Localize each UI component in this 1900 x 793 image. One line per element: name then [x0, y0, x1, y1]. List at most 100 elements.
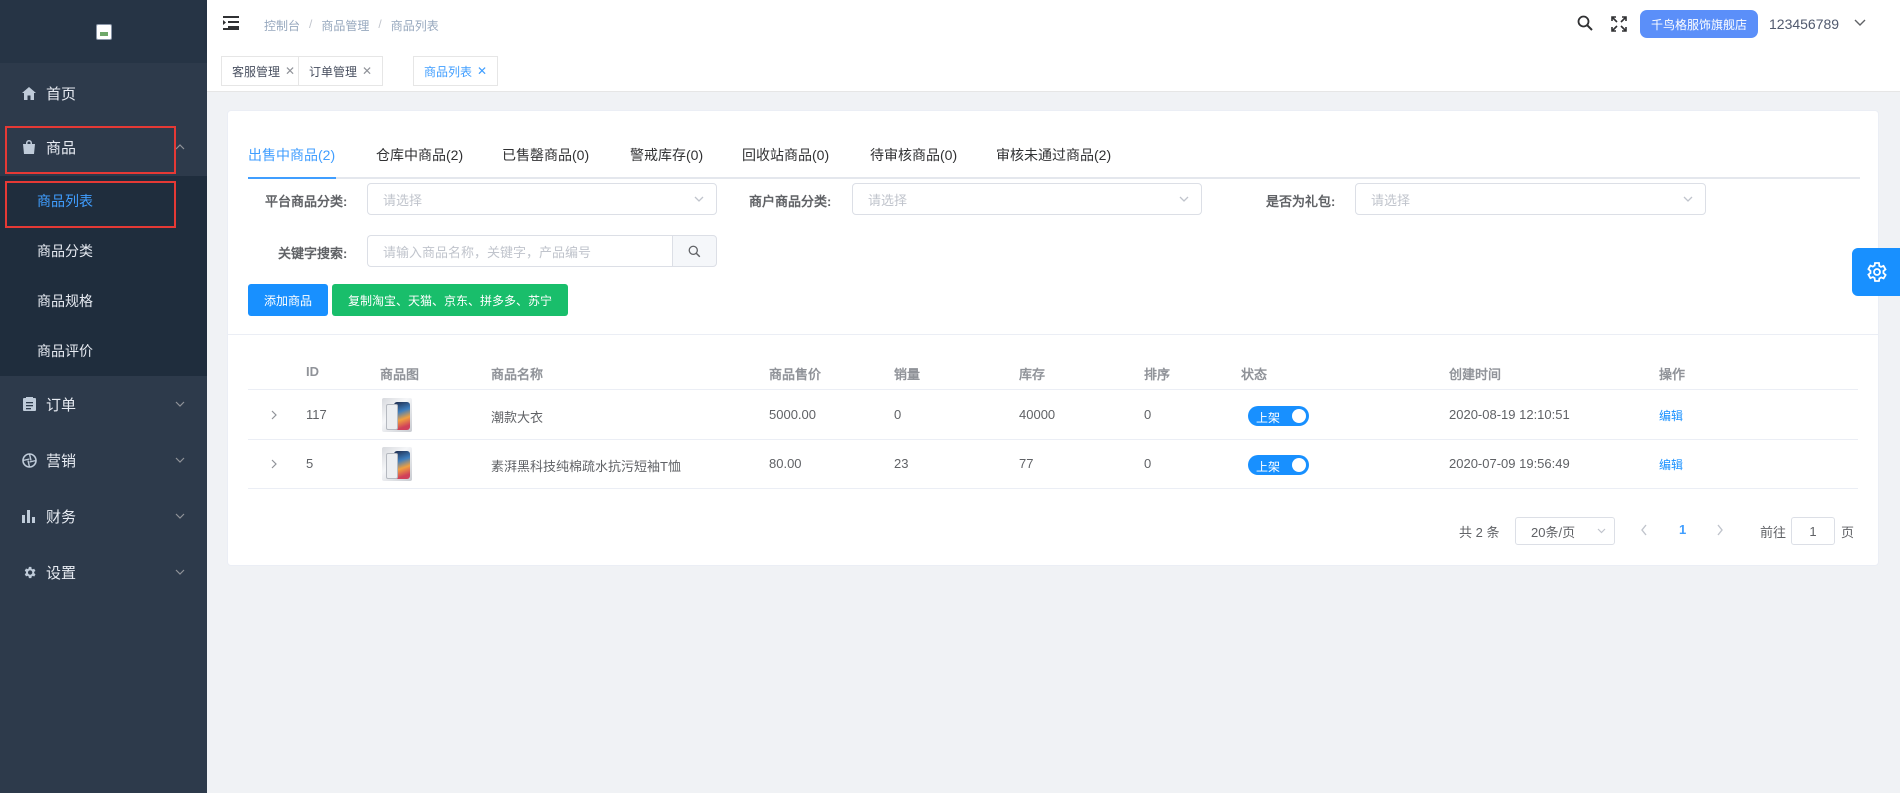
page-number-current[interactable]: 1 — [1679, 522, 1686, 537]
sidebar-item-label: 订单 — [46, 396, 77, 414]
edit-link[interactable]: 编辑 — [1659, 407, 1683, 424]
close-icon[interactable]: ✕ — [285, 64, 295, 78]
product-thumbnail[interactable] — [382, 447, 412, 481]
home-icon — [21, 85, 37, 101]
subitem-label: 商品列表 — [37, 193, 93, 209]
sidebar: 首页 商品 商品列表 商品分类 商品规格 商品评价 订单 营销 财务 设置 — [0, 0, 207, 793]
chevron-down-icon — [694, 196, 704, 202]
sidebar-item-products[interactable]: 商品 — [0, 119, 207, 175]
col-header-id: ID — [306, 364, 319, 379]
logo-area — [0, 0, 207, 63]
sidebar-item-label: 首页 — [46, 85, 77, 103]
tab-recycle-bin[interactable]: 回收站商品(0) — [742, 143, 829, 179]
keyword-search-input[interactable]: 请输入商品名称，关键字，产品编号 — [367, 235, 672, 267]
prev-page-icon[interactable] — [1640, 524, 1648, 536]
sidebar-item-settings[interactable]: 设置 — [0, 544, 207, 600]
sidebar-subitem-product-review[interactable]: 商品评价 — [0, 326, 207, 376]
sidebar-subitem-product-list[interactable]: 商品列表 — [0, 176, 207, 226]
product-thumbnail[interactable] — [382, 398, 412, 432]
store-switch-button[interactable]: 千鸟格服饰旗舰店 — [1640, 10, 1758, 38]
breadcrumb-separator: / — [378, 17, 382, 31]
platform-category-select[interactable]: 请选择 — [367, 183, 717, 215]
sidebar-item-marketing[interactable]: 营销 — [0, 432, 207, 488]
divider — [228, 334, 1878, 335]
tag-product-list[interactable]: 商品列表 ✕ — [413, 56, 499, 86]
tab-pending-review[interactable]: 待审核商品(0) — [870, 143, 957, 179]
sidebar-item-label: 设置 — [46, 564, 77, 582]
cell-id: 5 — [306, 456, 314, 471]
chevron-right-icon[interactable] — [270, 410, 278, 420]
sidebar-subitem-product-spec[interactable]: 商品规格 — [0, 276, 207, 326]
toggle-knob — [1292, 458, 1306, 472]
close-icon[interactable]: ✕ — [477, 64, 487, 78]
tab-stock-alert[interactable]: 警戒库存(0) — [630, 143, 703, 179]
col-header-created: 创建时间 — [1449, 367, 1502, 382]
tab-in-warehouse[interactable]: 仓库中商品(2) — [376, 143, 463, 179]
breadcrumb-item[interactable]: 商品管理 — [321, 17, 369, 34]
close-icon[interactable]: ✕ — [362, 64, 372, 78]
cell-sort: 0 — [1144, 407, 1152, 422]
menu-fold-icon[interactable] — [223, 15, 241, 31]
cell-sales: 0 — [894, 407, 902, 422]
merchant-category-label: 商户商品分类: — [749, 194, 832, 209]
tag-orders[interactable]: 订单管理 ✕ — [298, 56, 384, 86]
col-header-stock: 库存 — [1019, 367, 1046, 382]
gift-pack-select[interactable]: 请选择 — [1355, 183, 1706, 215]
chevron-down-icon — [175, 513, 185, 519]
next-page-icon[interactable] — [1716, 524, 1724, 536]
status-toggle-label: 上架 — [1256, 411, 1281, 425]
page-size-select[interactable]: 20条/页 — [1515, 517, 1615, 545]
col-header-price: 商品售价 — [769, 367, 822, 382]
tag-label: 商品列表 — [424, 64, 473, 79]
add-product-button[interactable]: 添加商品 — [248, 284, 328, 316]
breadcrumb: 控制台 / 商品管理 / 商品列表 — [264, 17, 439, 34]
tag-customer-service[interactable]: 客服管理 ✕ — [221, 56, 307, 86]
sidebar-item-orders[interactable]: 订单 — [0, 376, 207, 432]
aperture-icon — [21, 452, 37, 468]
subitem-label: 商品评价 — [37, 343, 93, 359]
keyword-search-button[interactable] — [672, 235, 717, 267]
table-row: 5 素湃黑科技纯棉疏水抗污短袖T恤 80.00 23 77 0 上架 2020-… — [248, 440, 1858, 489]
chevron-down-icon — [1683, 196, 1693, 202]
tags-view: 客服管理 ✕ 订单管理 ✕ 商品列表 ✕ — [207, 50, 1900, 92]
tab-sold-out[interactable]: 已售罄商品(0) — [502, 143, 589, 179]
select-placeholder: 请选择 — [868, 192, 908, 208]
search-icon — [688, 245, 701, 257]
fullscreen-icon[interactable] — [1611, 16, 1627, 32]
edit-link[interactable]: 编辑 — [1659, 456, 1683, 473]
status-toggle[interactable]: 上架 — [1248, 455, 1309, 475]
chevron-down-icon — [175, 401, 185, 407]
chevron-down-icon[interactable] — [1854, 19, 1866, 27]
sidebar-item-home[interactable]: 首页 — [0, 65, 207, 121]
cell-created: 2020-07-09 19:56:49 — [1449, 456, 1570, 471]
username[interactable]: 123456789 — [1769, 16, 1839, 32]
sidebar-subitem-product-category[interactable]: 商品分类 — [0, 226, 207, 276]
status-toggle[interactable]: 上架 — [1248, 406, 1309, 426]
breadcrumb-item[interactable]: 控制台 — [264, 17, 300, 34]
copy-from-platforms-button[interactable]: 复制淘宝、天猫、京东、拼多多、苏宁 — [332, 284, 568, 316]
chevron-right-icon[interactable] — [270, 459, 278, 469]
merchant-category-select[interactable]: 请选择 — [852, 183, 1202, 215]
cell-created: 2020-08-19 12:10:51 — [1449, 407, 1570, 422]
cell-sales: 23 — [894, 456, 909, 471]
clipboard-icon — [21, 396, 37, 412]
floating-settings-button[interactable] — [1852, 248, 1900, 296]
pagination-total: 共 2 条 — [1459, 525, 1500, 540]
bag-icon — [21, 139, 37, 155]
tab-on-sale[interactable]: 出售中商品(2) — [248, 143, 335, 179]
cell-sort: 0 — [1144, 456, 1152, 471]
sidebar-item-finance[interactable]: 财务 — [0, 488, 207, 544]
table-row: 117 潮款大衣 5000.00 0 40000 0 上架 2020-08-19… — [248, 391, 1858, 440]
cell-price: 5000.00 — [769, 407, 816, 422]
goto-page-input[interactable]: 1 — [1791, 517, 1835, 545]
search-icon[interactable] — [1577, 15, 1593, 31]
col-header-sales: 销量 — [894, 367, 921, 382]
gear-icon — [1867, 262, 1887, 282]
logo-broken-image-icon[interactable] — [95, 23, 112, 40]
tab-review-rejected[interactable]: 审核未通过商品(2) — [996, 143, 1111, 179]
toggle-knob — [1292, 409, 1306, 423]
cell-price: 80.00 — [769, 456, 802, 471]
top-header: 控制台 / 商品管理 / 商品列表 千鸟格服饰旗舰店 123456789 — [207, 0, 1900, 50]
tag-label: 客服管理 — [232, 64, 281, 79]
page-suffix-label: 页 — [1841, 525, 1855, 540]
